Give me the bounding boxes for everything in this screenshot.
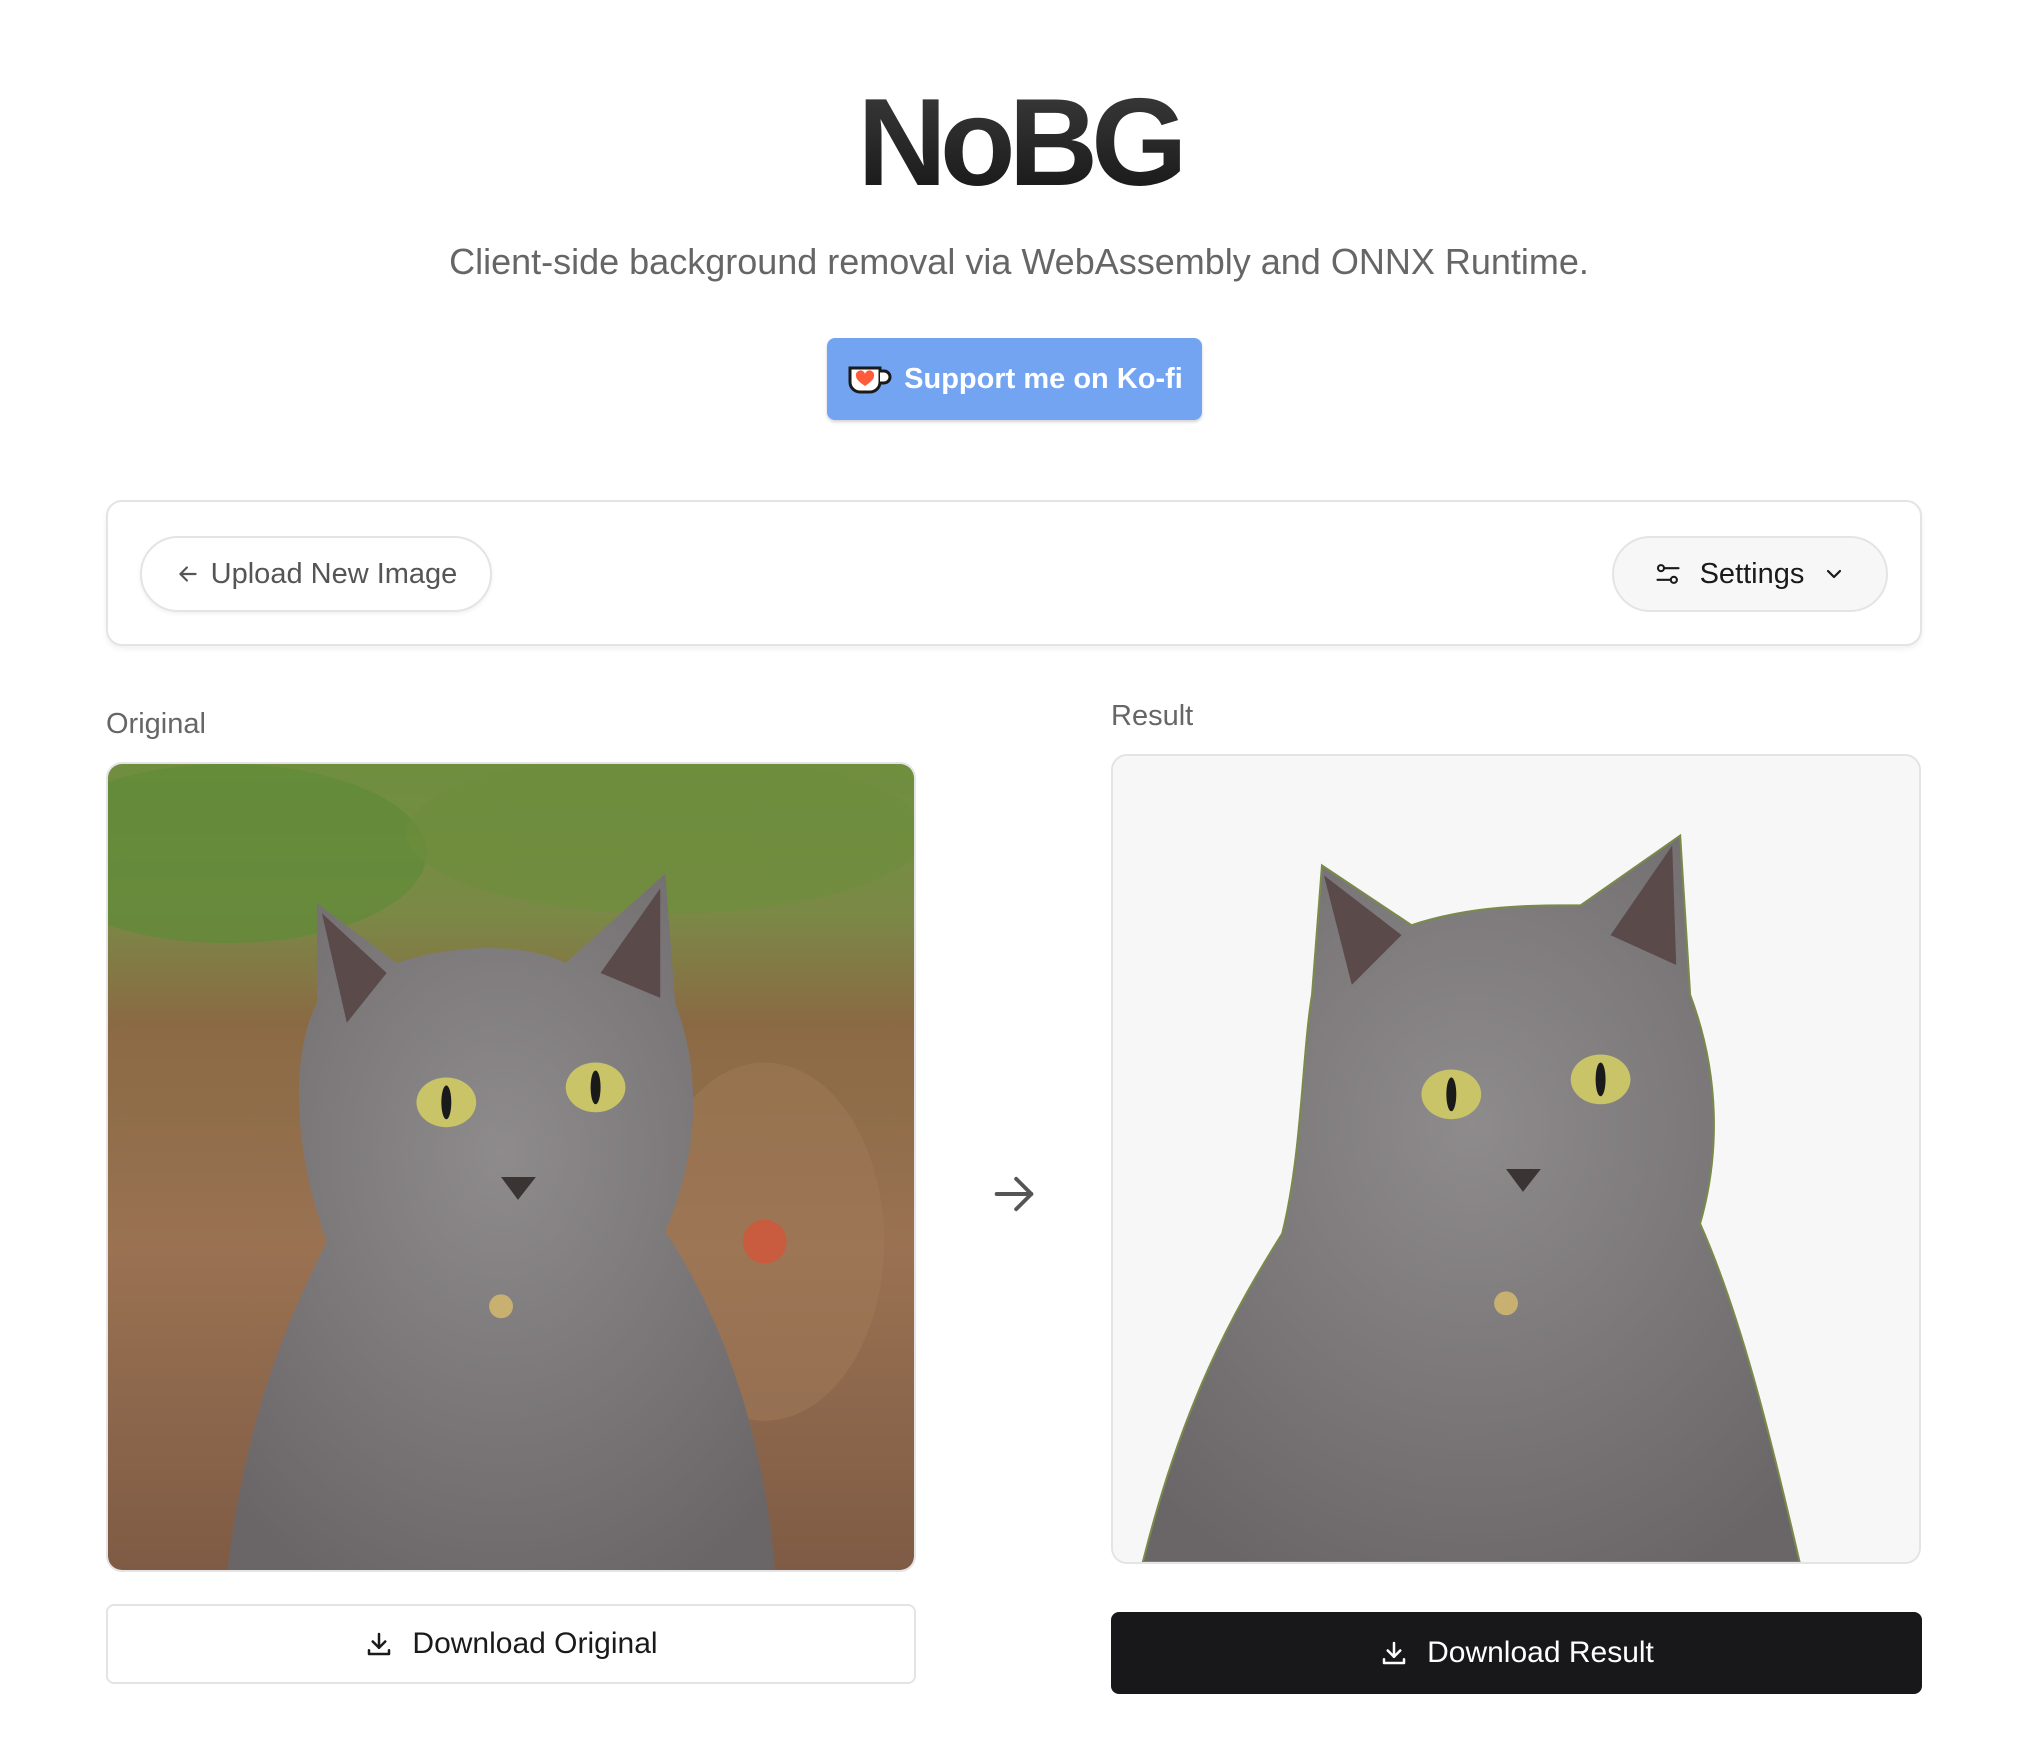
kofi-support-button[interactable]: Support me on Ko-fi	[827, 338, 1202, 420]
toolbar: Upload New Image Settings	[106, 500, 1922, 646]
download-result-button[interactable]: Download Result	[1111, 1612, 1922, 1694]
original-label: Original	[106, 708, 206, 740]
sliders-icon	[1654, 560, 1682, 588]
download-result-label: Download Result	[1427, 1636, 1654, 1669]
settings-dropdown-button[interactable]: Settings	[1612, 536, 1888, 612]
upload-new-image-button[interactable]: Upload New Image	[140, 536, 492, 612]
kofi-label: Support me on Ko-fi	[904, 362, 1183, 395]
result-image	[1111, 754, 1921, 1564]
settings-label: Settings	[1699, 557, 1805, 590]
kofi-cup-icon	[846, 362, 894, 396]
original-image	[106, 762, 916, 1572]
download-icon	[364, 1629, 394, 1659]
download-icon	[1379, 1638, 1409, 1668]
arrow-right-icon	[988, 1168, 1040, 1220]
download-original-button[interactable]: Download Original	[106, 1604, 916, 1684]
download-original-label: Download Original	[412, 1627, 658, 1660]
page: NoBG Client-side background removal via …	[0, 0, 2038, 1740]
result-label: Result	[1111, 700, 1194, 732]
app-title: NoBG	[0, 78, 2038, 208]
upload-new-image-label: Upload New Image	[210, 557, 458, 590]
chevron-down-icon	[1822, 562, 1846, 586]
app-subtitle: Client-side background removal via WebAs…	[449, 241, 1589, 282]
arrow-left-icon	[175, 561, 201, 587]
